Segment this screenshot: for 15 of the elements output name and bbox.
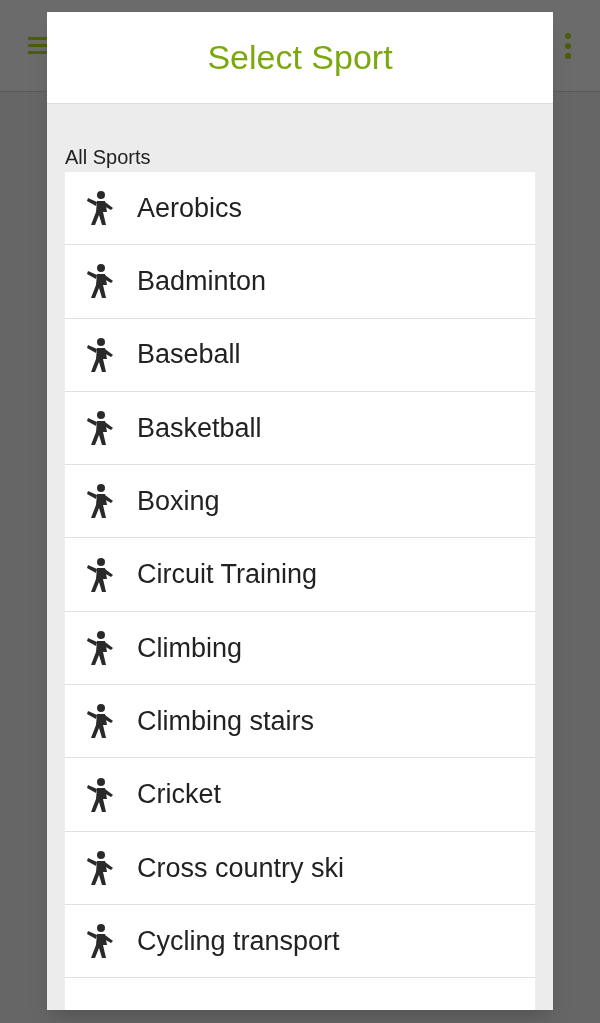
sport-list-item[interactable]: Climbing stairs [65, 685, 535, 758]
more-options-icon[interactable] [564, 32, 572, 59]
dialog-title: Select Sport [207, 37, 393, 78]
sport-list-item[interactable]: Boxing [65, 465, 535, 538]
sport-list-item[interactable]: Aerobics [65, 172, 535, 245]
section-heading: All Sports [65, 145, 152, 170]
sport-list-item[interactable]: Circuit Training [65, 538, 535, 611]
sport-list-item[interactable] [65, 978, 535, 1010]
sport-list-item[interactable]: Climbing [65, 611, 535, 685]
sport-list-item[interactable]: Cross country ski [65, 831, 535, 904]
sport-list-item[interactable]: Cricket [65, 758, 535, 831]
sport-list-item[interactable]: Cycling transport [65, 904, 535, 978]
sport-list-item[interactable]: Badminton [65, 245, 535, 318]
sport-list-item[interactable]: Basketball [65, 391, 535, 465]
sport-list-item[interactable]: Baseball [65, 318, 535, 391]
